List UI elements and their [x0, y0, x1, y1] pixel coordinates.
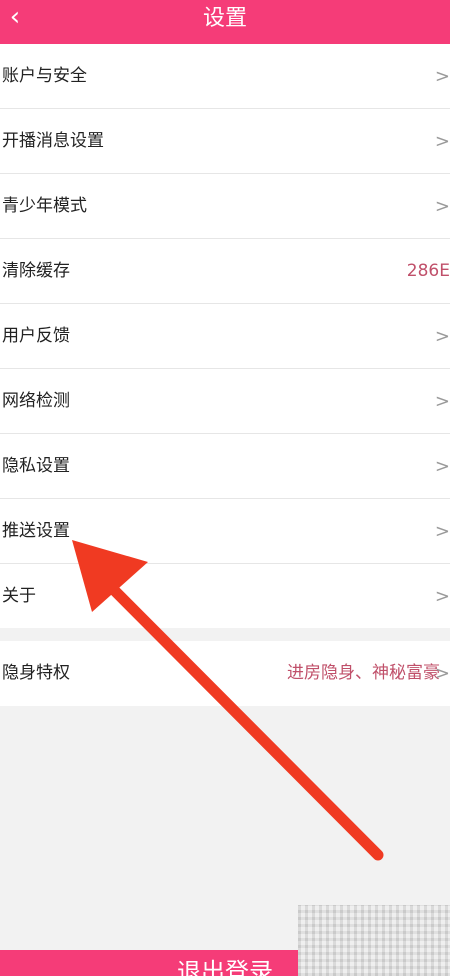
page-title: 设置 [202, 6, 247, 31]
watermark-overlay [298, 905, 450, 976]
chevron-right-icon: > [434, 663, 450, 684]
chevron-right-icon: > [434, 521, 450, 542]
settings-item-label: 开播消息设置 [2, 131, 104, 151]
settings-item-label: 清除缓存 [2, 261, 70, 281]
settings-item-label: 隐身特权 [2, 663, 70, 683]
section-divider [0, 628, 450, 641]
settings-item-network-check[interactable]: 网络检测 > [0, 369, 450, 434]
cache-size-value: 286E [406, 261, 450, 281]
settings-item-about[interactable]: 关于 > [0, 564, 450, 629]
settings-item-teen-mode[interactable]: 青少年模式 > [0, 174, 450, 239]
chevron-right-icon: > [434, 391, 450, 412]
settings-item-push[interactable]: 推送设置 > [0, 499, 450, 564]
chevron-right-icon: > [434, 586, 450, 607]
chevron-right-icon: > [434, 66, 450, 87]
settings-item-label: 用户反馈 [2, 326, 70, 346]
settings-item-feedback[interactable]: 用户反馈 > [0, 304, 450, 369]
settings-item-label: 账户与安全 [2, 66, 87, 86]
settings-item-label: 推送设置 [2, 521, 70, 541]
settings-item-label: 青少年模式 [2, 196, 87, 216]
settings-item-clear-cache[interactable]: 清除缓存 286E [0, 239, 450, 304]
chevron-right-icon: > [434, 326, 450, 347]
settings-item-account-security[interactable]: 账户与安全 > [0, 44, 450, 109]
settings-list: 账户与安全 > 开播消息设置 > 青少年模式 > 清除缓存 286E 用户反馈 … [0, 44, 450, 629]
settings-item-privacy[interactable]: 隐私设置 > [0, 434, 450, 499]
settings-item-label: 网络检测 [2, 391, 70, 411]
settings-item-live-notifications[interactable]: 开播消息设置 > [0, 109, 450, 174]
stealth-privilege-value: 进房隐身、神秘富豪 [287, 663, 440, 683]
top-bar: ‹ 设置 [0, 0, 450, 44]
chevron-right-icon: > [434, 456, 450, 477]
settings-item-label: 隐私设置 [2, 456, 70, 476]
chevron-right-icon: > [434, 196, 450, 217]
settings-item-label: 关于 [2, 586, 36, 606]
settings-item-stealth-privilege[interactable]: 隐身特权 进房隐身、神秘富豪 > [0, 641, 450, 706]
chevron-right-icon: > [434, 131, 450, 152]
